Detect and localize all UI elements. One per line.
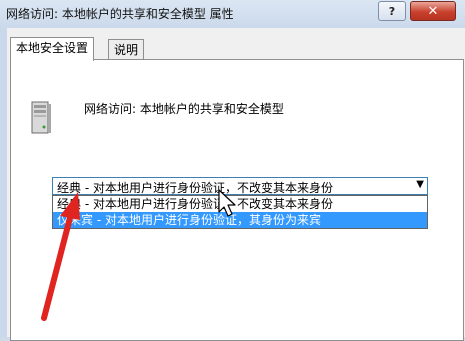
select-dropdown-list: 经典 - 对本地用户进行身份验证，不改变其本来身份 仅来宾 - 对本地用户进行身… bbox=[52, 195, 428, 229]
server-icon bbox=[31, 101, 51, 134]
option-classic[interactable]: 经典 - 对本地用户进行身份验证，不改变其本来身份 bbox=[53, 196, 427, 212]
tab-explain[interactable]: 说明 bbox=[108, 39, 145, 60]
help-button[interactable]: ? bbox=[378, 1, 406, 21]
properties-window: 网络访问: 本地帐户的共享和安全模型 属性 ? ✕ 本地安全设置 说明 网络访问… bbox=[0, 0, 465, 341]
tab-local-security-setting[interactable]: 本地安全设置 bbox=[10, 37, 95, 61]
option-guest-only[interactable]: 仅来宾 - 对本地用户进行身份验证，其身份为来宾 bbox=[53, 212, 427, 228]
tab-panel: 网络访问: 本地帐户的共享和安全模型 经典 - 对本地用户进行身份验证，不改变其… bbox=[10, 59, 464, 341]
security-model-select[interactable]: 经典 - 对本地用户进行身份验证，不改变其本来身份 ▼ bbox=[52, 177, 428, 195]
dialog-client: 本地安全设置 说明 网络访问: 本地帐户的共享和安全模型 经典 - 对本地用户进… bbox=[7, 28, 465, 341]
chevron-down-icon[interactable]: ▼ bbox=[416, 179, 424, 190]
policy-name: 网络访问: 本地帐户的共享和安全模型 bbox=[84, 102, 284, 116]
close-button[interactable]: ✕ bbox=[410, 1, 456, 21]
window-title: 网络访问: 本地帐户的共享和安全模型 属性 bbox=[6, 7, 234, 21]
select-value: 经典 - 对本地用户进行身份验证，不改变其本来身份 bbox=[57, 181, 333, 195]
title-bar[interactable]: 网络访问: 本地帐户的共享和安全模型 属性 ? ✕ bbox=[0, 0, 465, 28]
